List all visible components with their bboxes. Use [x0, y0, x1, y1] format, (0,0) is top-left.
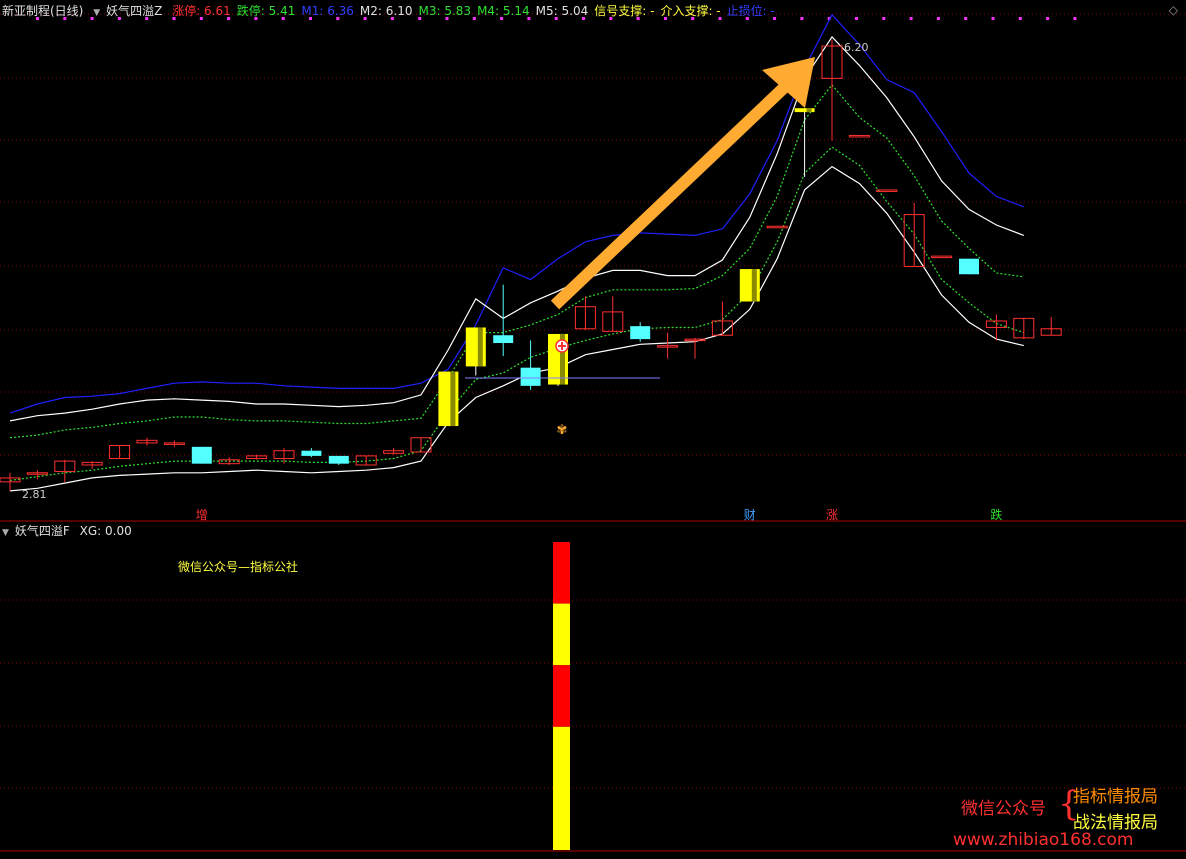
main-indicator-name[interactable]: 妖气四溢Z — [106, 4, 162, 18]
candlestick-chart[interactable]: 6.20 2.81 ✾ 增 财 涨 跌 — [0, 0, 1186, 859]
promo-url[interactable]: www.zhibiao168.com — [953, 830, 1133, 850]
xg-value: XG: 0.00 — [79, 524, 132, 538]
promo-line-1: 指标情报局 — [1073, 787, 1158, 807]
marker-dot — [964, 17, 968, 20]
marker-dot — [991, 17, 995, 20]
candle-body-shade — [450, 371, 456, 427]
header-item-6: M5: 5.04 — [535, 4, 589, 18]
promo-block: 微信公众号 { 指标情报局 战法情报局 www.zhibiao168.com — [953, 782, 1176, 852]
collapse-triangle-icon[interactable]: ▼ — [93, 8, 100, 18]
marker-dot — [1046, 17, 1050, 20]
header-item-3: M2: 6.10 — [359, 4, 413, 18]
signal-bar-segment — [553, 665, 570, 727]
candle-body-down — [520, 367, 541, 386]
annotation-label: 跌 — [990, 507, 1002, 522]
annotation-label: 财 — [744, 508, 756, 522]
marker-dot — [909, 17, 913, 20]
candle-body-down — [493, 335, 514, 344]
low-price-label: 2.81 — [22, 488, 47, 501]
candle-body-shade — [806, 108, 812, 113]
marker-dot — [1018, 17, 1022, 20]
promo-wechat: 微信公众号 — [961, 799, 1046, 819]
signal-bar-segment — [553, 726, 570, 850]
series-m2-line — [9, 35, 1025, 422]
candle-body-up — [876, 189, 898, 192]
marker-dot — [855, 17, 858, 20]
annotation-label: 涨 — [826, 507, 838, 522]
candle-body-up — [766, 225, 788, 229]
header-item-4: M3: 5.83 — [418, 4, 472, 18]
sub-indicator-header: ▼ 妖气四溢F XG: 0.00 — [2, 522, 138, 540]
collapse-triangle-icon[interactable]: ▼ — [2, 528, 9, 538]
header-item-5: M4: 5.14 — [477, 4, 530, 18]
candle-body-down — [328, 455, 349, 464]
header-item-2: M1: 6.36 — [301, 4, 354, 18]
signal-bar-segment — [553, 542, 570, 604]
candle-body-up — [848, 134, 870, 138]
candle-body-down — [959, 258, 979, 275]
candle-body-down — [630, 326, 651, 340]
watermark-text: 微信公众号—指标公社 — [178, 560, 299, 574]
candle-body-up — [931, 255, 953, 259]
candle-body-down — [191, 446, 212, 464]
header-item-0: 涨停: 6.61 — [172, 4, 231, 18]
sub-indicator-name[interactable]: 妖气四溢F — [15, 524, 70, 538]
main-indicator-header: 新亚制程(日线) ▼ 妖气四溢Z 涨停: 6.61 跌停: 5.41 M1: 6.36… — [2, 2, 787, 20]
header-item-1: 跌停: 5.41 — [236, 4, 296, 18]
butterfly-icon: ✾ — [557, 423, 568, 438]
high-price-label: 6.20 — [844, 41, 869, 54]
header-item-7: 信号支撑: - — [594, 4, 655, 18]
settings-diamond-icon[interactable]: ◇ — [1169, 3, 1178, 17]
series-m3-line — [9, 83, 1024, 439]
header-item-8: 介入支撑: - — [660, 4, 721, 18]
marker-dot — [936, 17, 940, 20]
marker-dot — [882, 17, 886, 20]
candle-body-shade — [477, 327, 483, 367]
series-m1-line — [9, 13, 1025, 414]
marker-dot — [800, 17, 804, 20]
signal-bar-segment — [553, 603, 570, 666]
marker-dot — [1073, 17, 1077, 20]
header-item-9: 止损位: - — [726, 4, 775, 18]
candle-body-down — [301, 450, 322, 456]
candle-body-shade — [751, 269, 757, 302]
annotation-label: 增 — [196, 508, 208, 522]
stock-title[interactable]: 新亚制程(日线) — [2, 4, 83, 18]
